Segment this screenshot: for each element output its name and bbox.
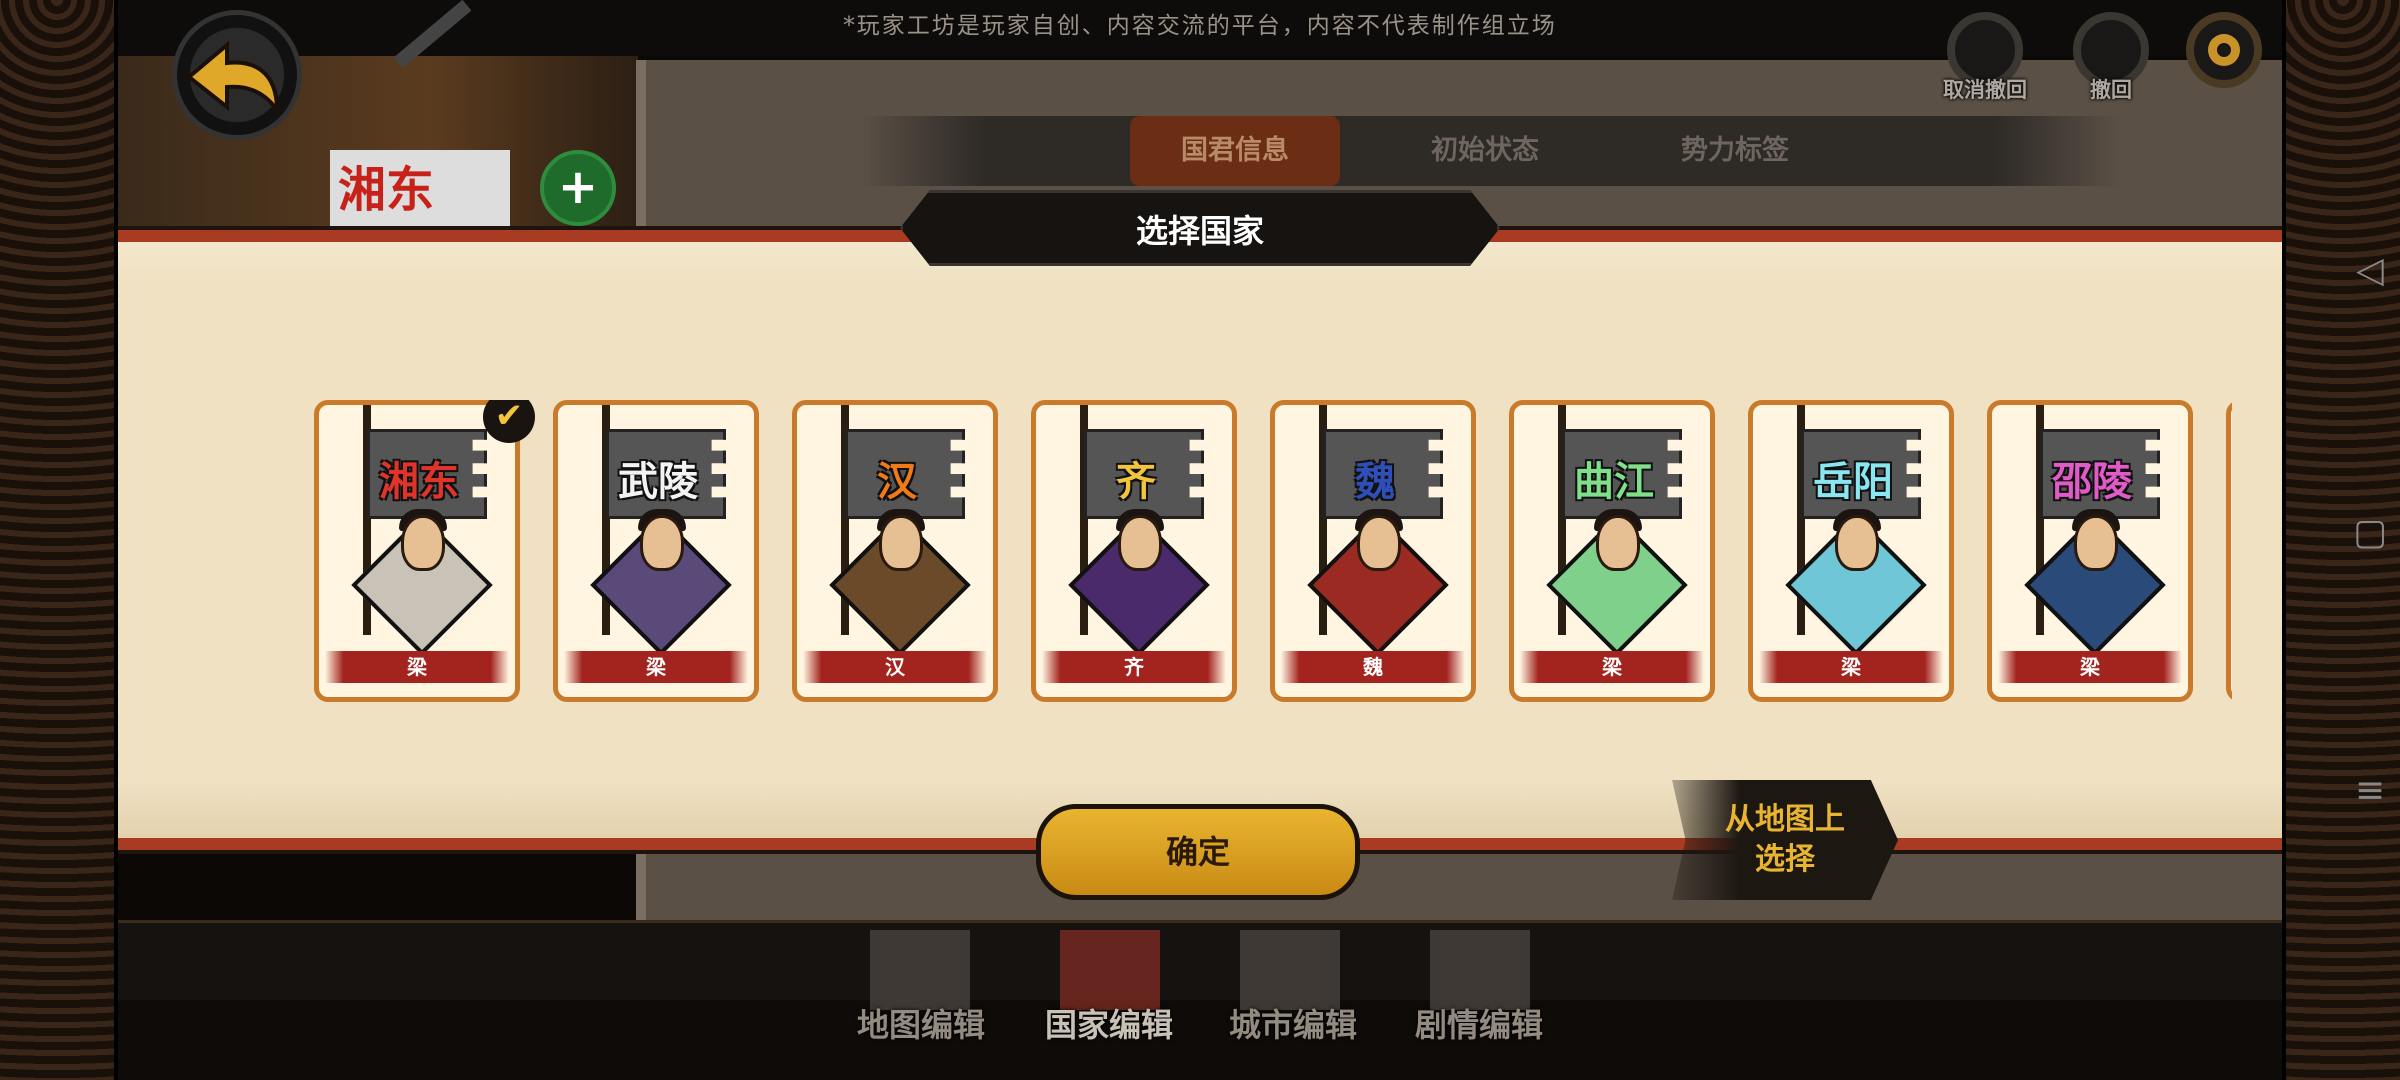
undo-button[interactable]: 撤回 — [2066, 12, 2156, 104]
faction-label: 梁 — [1759, 651, 1943, 683]
background-flag-text: 湘东 — [338, 162, 435, 218]
tab-initial-state[interactable]: 初始状态 — [1380, 116, 1590, 186]
ruler-face — [1357, 515, 1401, 571]
map-edit-icon — [870, 930, 970, 1010]
dialog-title: 选择国家 — [900, 190, 1500, 266]
faction-label: 梁 — [325, 651, 509, 683]
nav-map-edit[interactable]: 地图编辑 — [826, 1000, 1016, 1046]
faction-label: 梁 — [1998, 651, 2182, 683]
country-card-partial[interactable] — [2226, 400, 2232, 702]
system-home-icon[interactable]: ▢ — [2350, 512, 2390, 553]
country-card[interactable]: 邵陵梁 — [1987, 400, 2193, 702]
story-edit-icon — [1430, 930, 1530, 1010]
undo-cancel-label: 取消撤回 — [1943, 78, 2027, 102]
faction-label: 梁 — [564, 651, 748, 683]
left-frame-decoration — [0, 0, 118, 1080]
select-from-map-label-line1: 从地图上 — [1725, 802, 1845, 837]
country-card[interactable]: 岳阳梁 — [1748, 400, 1954, 702]
faction-label: 梁 — [1520, 651, 1704, 683]
ruler-face — [401, 515, 445, 571]
ruler-face — [879, 515, 923, 571]
confirm-button[interactable]: 确定 — [1036, 804, 1360, 900]
add-button[interactable]: + — [540, 150, 616, 226]
nav-city-edit[interactable]: 城市编辑 — [1198, 1000, 1388, 1046]
select-from-map-button[interactable]: 从地图上 选择 — [1672, 780, 1898, 900]
country-name: 曲江 — [1574, 458, 1654, 505]
bottom-decoration-strip — [118, 920, 2282, 1000]
ruler-face — [1835, 515, 1879, 571]
country-card[interactable]: 曲江梁 — [1509, 400, 1715, 702]
background-country-flag: 湘东 — [330, 150, 510, 230]
ruler-face — [1118, 515, 1162, 571]
select-from-map-label-line2: 选择 — [1755, 842, 1815, 877]
country-card[interactable]: 汉汉 — [792, 400, 998, 702]
faction-label: 魏 — [1281, 651, 1465, 683]
country-name: 齐 — [1116, 458, 1156, 505]
country-card[interactable]: 武陵梁 — [553, 400, 759, 702]
checkmark-icon: ✔ — [483, 400, 535, 443]
system-back-icon[interactable]: ◁ — [2350, 250, 2390, 291]
country-name: 湘东 — [379, 458, 459, 505]
tab-bar: 国君信息 初始状态 势力标签 — [860, 116, 2120, 186]
undo-label: 撤回 — [2090, 78, 2132, 102]
system-menu-icon[interactable]: ≡ — [2350, 770, 2390, 811]
undo-cancel-button[interactable]: 取消撤回 — [1930, 12, 2040, 104]
country-name: 岳阳 — [1813, 458, 1893, 505]
tab-ruler-info[interactable]: 国君信息 — [1130, 116, 1340, 186]
faction-label: 齐 — [1042, 651, 1226, 683]
country-name: 武陵 — [618, 458, 698, 505]
country-card[interactable]: 湘东梁 ✔ — [314, 400, 535, 702]
plus-icon: + — [557, 159, 599, 215]
gear-icon — [2186, 12, 2262, 88]
country-card[interactable]: 魏魏 — [1270, 400, 1476, 702]
back-button[interactable] — [172, 10, 302, 140]
ruler-face — [1596, 515, 1640, 571]
country-name: 邵陵 — [2052, 458, 2132, 505]
country-name: 魏 — [1355, 458, 1395, 505]
country-name: 汉 — [877, 458, 917, 505]
faction-label: 汉 — [803, 651, 987, 683]
tab-faction-tags[interactable]: 势力标签 — [1630, 116, 1840, 186]
city-edit-icon — [1240, 930, 1340, 1010]
country-card-list[interactable]: 湘东梁 ✔ 武陵梁汉汉齐齐魏魏曲江梁岳阳梁邵陵梁 — [314, 400, 2232, 704]
back-arrow-icon — [185, 40, 280, 117]
country-card[interactable]: 齐齐 — [1031, 400, 1237, 702]
ruler-face — [2074, 515, 2118, 571]
country-edit-icon — [1060, 930, 1160, 1010]
settings-button[interactable] — [2184, 12, 2264, 88]
ruler-face — [640, 515, 684, 571]
nav-country-edit[interactable]: 国家编辑 — [1014, 1000, 1204, 1046]
nav-story-edit[interactable]: 剧情编辑 — [1384, 1000, 1574, 1046]
